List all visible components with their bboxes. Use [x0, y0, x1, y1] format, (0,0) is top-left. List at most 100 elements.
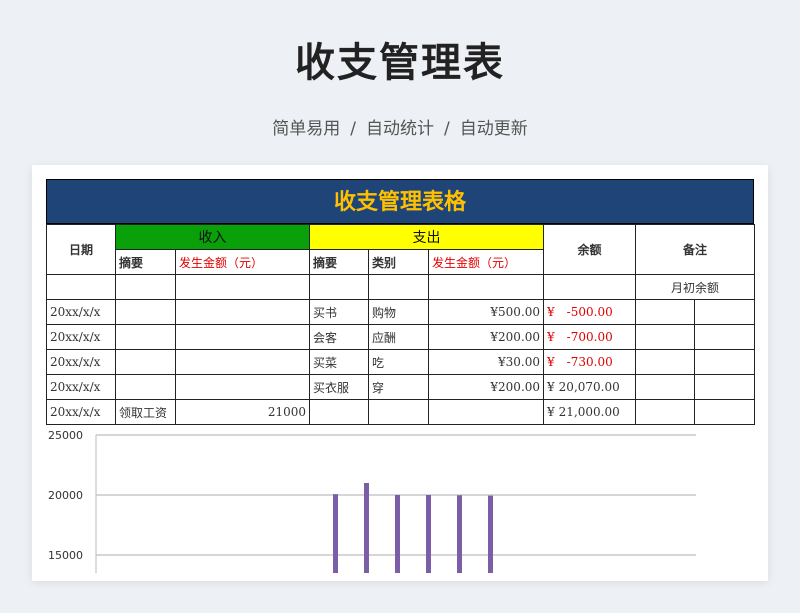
cell-expense-amount[interactable]: ¥500.00	[427, 299, 545, 325]
cell-expense-category[interactable]: 购物	[368, 299, 429, 325]
currency-symbol: ¥	[547, 380, 555, 394]
header-income-summary: 摘要	[115, 249, 176, 275]
bar	[426, 495, 431, 573]
tag-separator: /	[350, 119, 356, 139]
table-row: 20xx/x/x 会客 应酬 ¥200.00 ¥ -700.00	[46, 324, 756, 350]
cell-note[interactable]	[635, 324, 696, 350]
header-expense-summary: 摘要	[309, 249, 369, 275]
header-income-amount: 发生金额（元）	[175, 249, 310, 275]
cell-empty[interactable]	[46, 274, 116, 300]
y-tick-label: 15000	[48, 549, 83, 562]
cell-expense-summary[interactable]: 买衣服	[309, 374, 369, 400]
cell-note[interactable]	[694, 299, 756, 325]
cell-empty[interactable]	[115, 274, 176, 300]
balance-value: 21,000.00	[558, 405, 620, 419]
cell-note[interactable]	[635, 299, 696, 325]
cell-date[interactable]: 20xx/x/x	[46, 374, 116, 400]
y-tick-label: 20000	[48, 489, 83, 502]
cell-expense-category[interactable]: 吃	[368, 349, 429, 375]
cell-note[interactable]	[694, 399, 756, 425]
cell-note[interactable]	[694, 374, 756, 400]
currency-symbol: ¥	[547, 330, 555, 344]
cell-expense-amount[interactable]: ¥200.00	[427, 374, 545, 400]
cell-expense-category[interactable]: 穿	[368, 374, 429, 400]
cell-expense-summary[interactable]	[309, 399, 369, 425]
header-expense: 支出	[308, 224, 545, 250]
cell-expense-summary[interactable]: 买书	[309, 299, 369, 325]
tag-separator: /	[444, 119, 450, 139]
cell-date[interactable]: 20xx/x/x	[46, 299, 116, 325]
cell-income-amount[interactable]: 21000	[175, 399, 310, 425]
cell-empty[interactable]	[175, 274, 310, 300]
bar	[333, 494, 338, 573]
cell-income-summary[interactable]	[115, 299, 176, 325]
cell-date[interactable]: 20xx/x/x	[46, 399, 116, 425]
table-row: 20xx/x/x 买菜吃 ¥30.00 ¥ -730.00	[46, 349, 756, 375]
cell-expense-category[interactable]	[368, 399, 429, 425]
header-expense-amount: 发生金额（元）	[427, 249, 545, 275]
sheet-title-banner: 收支管理表格	[46, 179, 754, 224]
cell-income-amount[interactable]	[175, 374, 310, 400]
cell-balance[interactable]: ¥ -700.00	[543, 324, 637, 350]
cell-expense-amount[interactable]: ¥200.00	[427, 324, 545, 350]
cell-empty[interactable]	[368, 274, 429, 300]
subtitle-tags: 简单易用 / 自动统计 / 自动更新	[0, 114, 800, 139]
bar	[488, 495, 493, 573]
balance-value: 20,070.00	[558, 380, 620, 394]
cell-note[interactable]	[635, 399, 696, 425]
cell-date[interactable]: 20xx/x/x	[46, 324, 116, 350]
table-row: 20xx/x/x 买衣服穿 ¥200.00 ¥20,070.00	[46, 374, 756, 400]
cell-empty[interactable]	[543, 274, 637, 300]
cell-income-summary[interactable]	[115, 349, 176, 375]
ledger-table: 日期 收入 支出 余额 备注 摘要 发生金额（元） 摘要 类别 发生金额（元）	[46, 224, 756, 425]
header-income: 收入	[115, 224, 310, 250]
cell-expense-category[interactable]: 应酬	[368, 324, 429, 350]
cell-expense-amount[interactable]	[427, 399, 545, 425]
sheet-card: 收支管理表格 日期 收入 支出 余额 备注 摘要 发生金额（元） 摘要 类别 发…	[32, 165, 768, 581]
spreadsheet: 收支管理表格 日期 收入 支出 余额 备注 摘要 发生金额（元） 摘要 类别 发…	[46, 179, 756, 425]
cell-balance[interactable]: ¥21,000.00	[543, 399, 637, 425]
header-date: 日期	[46, 224, 116, 275]
cell-expense-summary[interactable]: 买菜	[309, 349, 369, 375]
currency-symbol: ¥	[547, 355, 555, 369]
cell-balance[interactable]: ¥ -500.00	[543, 299, 637, 325]
header-expense-category: 类别	[368, 249, 429, 275]
cell-income-summary[interactable]	[115, 374, 176, 400]
cell-balance[interactable]: ¥20,070.00	[543, 374, 637, 400]
bar	[364, 483, 369, 573]
cell-income-amount[interactable]	[175, 349, 310, 375]
bar	[395, 495, 400, 573]
y-tick-label: 25000	[48, 429, 83, 442]
cell-note[interactable]	[694, 349, 756, 375]
table-row: 20xx/x/x 领取工资 21000 ¥21,000.00	[46, 399, 756, 425]
cell-opening-note[interactable]: 月初余额	[635, 274, 756, 300]
cell-note[interactable]	[635, 374, 696, 400]
tag-auto-stat: 自动统计	[366, 119, 434, 139]
cell-income-amount[interactable]	[175, 324, 310, 350]
balance-chart: 25000 20000 15000	[46, 423, 754, 573]
cell-empty[interactable]	[427, 274, 545, 300]
currency-symbol: ¥	[547, 405, 555, 419]
bar	[457, 495, 462, 573]
cell-empty[interactable]	[309, 274, 369, 300]
table-row: 20xx/x/x 买书 购物 ¥500.00 ¥ -500.00	[46, 299, 756, 325]
cell-note[interactable]	[694, 324, 756, 350]
cell-income-summary[interactable]: 领取工资	[115, 399, 176, 425]
tag-easy: 简单易用	[272, 119, 341, 139]
balance-value: -700.00	[566, 330, 613, 344]
cell-income-amount[interactable]	[175, 299, 310, 325]
cell-note[interactable]	[635, 349, 696, 375]
page-title: 收支管理表	[295, 40, 505, 86]
currency-symbol: ¥	[547, 305, 555, 319]
table-row-opening: 月初余额	[46, 274, 756, 300]
header-note: 备注	[635, 224, 756, 275]
cell-expense-summary[interactable]: 会客	[309, 324, 369, 350]
cell-expense-amount[interactable]: ¥30.00	[427, 349, 545, 375]
header-balance: 余额	[543, 224, 637, 275]
balance-value: -500.00	[566, 305, 613, 319]
cell-balance[interactable]: ¥ -730.00	[543, 349, 637, 375]
balance-value: -730.00	[566, 355, 613, 369]
cell-income-summary[interactable]	[115, 324, 176, 350]
chart-svg: 25000 20000 15000	[48, 429, 696, 573]
cell-date[interactable]: 20xx/x/x	[46, 349, 116, 375]
